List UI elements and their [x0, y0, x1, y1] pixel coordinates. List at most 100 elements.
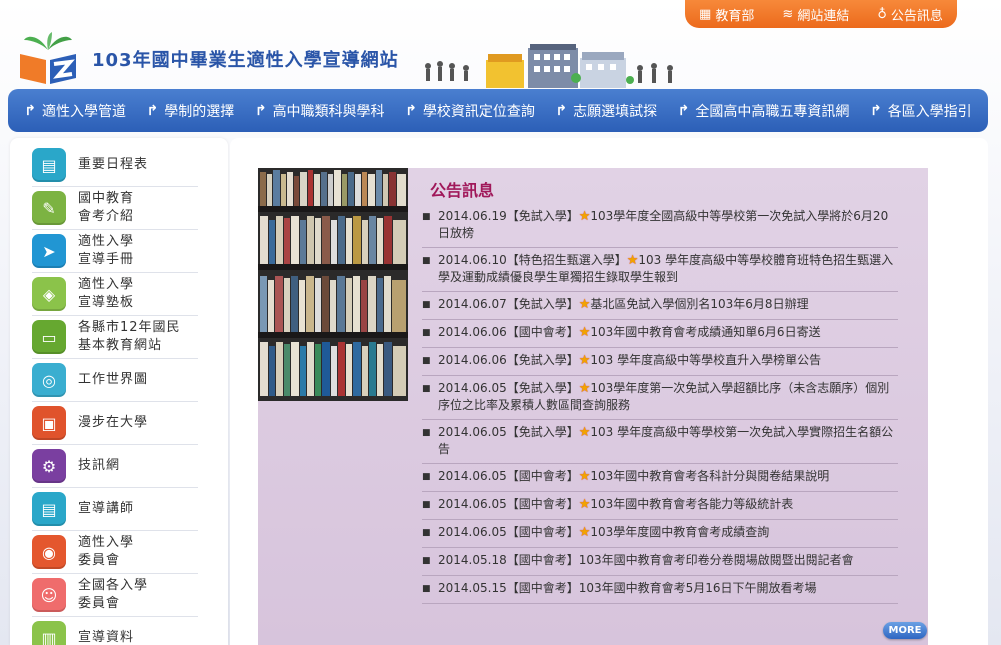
- calendar-icon: ▤: [32, 148, 66, 182]
- announcement-item[interactable]: ■ 2014.06.05【免試入學】★103 學年度高級中等學校第一次免試入學實…: [422, 420, 898, 464]
- announcement-item[interactable]: ■ 2014.05.15【國中會考】103年國中教育會考5月16日下午開放看考場: [422, 576, 898, 604]
- sidebar-item-university-walk[interactable]: ▣ 漫步在大學: [32, 402, 198, 445]
- announcement-item[interactable]: ■ 2014.06.05【國中會考】★103年國中教育會考各科計分與閱卷結果說明: [422, 464, 898, 492]
- nav-item-regional-guide[interactable]: ↱ 各區入學指引: [870, 101, 972, 121]
- announcement-list: ■ 2014.06.19【免試入學】★103學年度全國高級中等學校第一次免試入學…: [422, 204, 898, 604]
- gear-icon: ⚙: [32, 449, 66, 483]
- announcement-headline: 103年國中教育會考各能力等級統計表: [590, 497, 794, 511]
- utility-link-websites[interactable]: ≋ 網站連結: [782, 5, 849, 24]
- utility-link-announcements[interactable]: ♁ 公告訊息: [877, 5, 943, 24]
- star-badge-icon: ★: [578, 497, 591, 512]
- nav-item-school-info-network[interactable]: ↱ 全國高中高職五專資訊網: [678, 101, 850, 121]
- site-title[interactable]: 103年國中畢業生適性入學宣導網站: [92, 46, 399, 72]
- curved-arrow-icon: ↱: [254, 102, 267, 119]
- announcement-date: 2014.06.06: [438, 325, 507, 339]
- curved-arrow-icon: ↱: [405, 102, 417, 119]
- star-badge-icon: ★: [578, 381, 591, 396]
- sidebar-item-work-world-map[interactable]: ◎ 工作世界圖: [32, 359, 198, 402]
- announcement-category: 【國中會考】: [506, 469, 579, 483]
- nav-item-admission-channels[interactable]: ↱ 適性入學管道: [24, 101, 126, 121]
- announcement-item[interactable]: ■ 2014.06.10【特色招生甄選入學】★103 學年度高級中等學校體育班特…: [422, 248, 898, 292]
- bullet-icon: ■: [422, 472, 431, 482]
- main-nav: ↱ 適性入學管道 ↱ 學制的選擇 ↱ 高中職類科與學科 ↱ 學校資訊定位查詢 ↱…: [8, 89, 988, 132]
- announcement-item[interactable]: ■ 2014.06.19【免試入學】★103學年度全國高級中等學校第一次免試入學…: [422, 204, 898, 248]
- announcement-headline: 103年國中教育會考印卷分卷閱場啟閱暨出閱記者會: [578, 553, 854, 567]
- utility-label: 網站連結: [797, 8, 850, 24]
- star-badge-icon: ★: [578, 353, 591, 368]
- target-icon: ◉: [32, 535, 66, 569]
- announcement-category: 【免試入學】: [506, 425, 579, 439]
- bullet-icon: ■: [422, 528, 431, 538]
- bullet-icon: ■: [422, 300, 431, 310]
- curved-arrow-icon: ↱: [146, 102, 159, 119]
- sidebar-item-label: 適性入學 宣導手冊: [78, 234, 135, 267]
- more-button[interactable]: MORE: [883, 622, 927, 639]
- sidebar-item-label: 國中教育 會考介紹: [78, 191, 135, 224]
- map-icon: ◎: [32, 363, 66, 397]
- microphone-icon: ♁: [877, 6, 887, 22]
- bullet-icon: ■: [422, 500, 431, 510]
- announcement-text: 2014.06.05【國中會考】★103學年度國中教育會考成績查詢: [438, 524, 898, 542]
- sidebar-item-tech-info[interactable]: ⚙ 技訊網: [32, 445, 198, 488]
- curved-arrow-icon: ↱: [869, 102, 882, 119]
- announcement-date: 2014.06.05: [438, 497, 507, 511]
- announcement-headline: 103年國中教育會考5月16日下午開放看考場: [578, 581, 817, 595]
- announcement-text: 2014.06.05【國中會考】★103年國中教育會考各科計分與閱卷結果說明: [438, 468, 898, 486]
- announcement-headline: 103年國中教育會考各科計分與閱卷結果說明: [590, 469, 830, 483]
- sidebar-item-exam-intro[interactable]: ✎ 國中教育 會考介紹: [32, 187, 198, 230]
- sidebar-item-handbook[interactable]: ➤ 適性入學 宣導手冊: [32, 230, 198, 273]
- announcement-category: 【免試入學】: [506, 381, 579, 395]
- nav-item-programs[interactable]: ↱ 高中職類科與學科: [255, 101, 385, 121]
- sidebar: ▤ 重要日程表 ✎ 國中教育 會考介紹 ➤ 適性入學 宣導手冊 ◈ 適性入學 宣…: [10, 138, 228, 645]
- nav-label: 各區入學指引: [887, 103, 972, 120]
- bullet-icon: ■: [422, 212, 431, 222]
- sidebar-item-label: 工作世界圖: [78, 372, 149, 387]
- nav-label: 學校資訊定位查詢: [422, 103, 535, 120]
- sidebar-item-materials[interactable]: ▥ 宣導資料: [32, 617, 198, 645]
- announcement-item[interactable]: ■ 2014.06.05【國中會考】★103學年度國中教育會考成績查詢: [422, 520, 898, 548]
- announcement-date: 2014.06.06: [438, 353, 507, 367]
- announcement-text: 2014.06.07【免試入學】★基北區免試入學個別名103年6月8日辦理: [438, 296, 898, 314]
- announcement-item[interactable]: ■ 2014.06.07【免試入學】★基北區免試入學個別名103年6月8日辦理: [422, 292, 898, 320]
- nav-item-school-system[interactable]: ↱ 學制的選擇: [147, 101, 235, 121]
- announcement-headline: 103年國中教育會考成績通知單6月6日寄送: [590, 325, 821, 339]
- announcement-category: 【免試入學】: [506, 297, 579, 311]
- nav-item-preference-trial[interactable]: ↱ 志願選填試探: [555, 101, 657, 121]
- bullet-icon: ■: [422, 328, 431, 338]
- nav-label: 學制的選擇: [164, 103, 235, 120]
- nav-item-school-locator[interactable]: ↱ 學校資訊定位查詢: [405, 101, 535, 121]
- announcement-category: 【國中會考】: [506, 325, 579, 339]
- bullet-icon: ■: [422, 356, 431, 366]
- sidebar-item-label: 各縣市12年國民 基本教育網站: [78, 320, 181, 353]
- sidebar-item-lecturers[interactable]: ▤ 宣導講師: [32, 488, 198, 531]
- sidebar-item-national-committees[interactable]: ☺ 全國各入學 委員會: [32, 574, 198, 617]
- bullet-icon: ■: [422, 384, 431, 394]
- announcement-date: 2014.06.07: [438, 297, 507, 311]
- announcement-item[interactable]: ■ 2014.06.05【國中會考】★103年國中教育會考各能力等級統計表: [422, 492, 898, 520]
- id-card-icon: ▤: [32, 492, 66, 526]
- announcement-item[interactable]: ■ 2014.06.06【免試入學】★103 學年度高級中等學校直升入學榜單公告: [422, 348, 898, 376]
- announcement-category: 【國中會考】: [506, 497, 579, 511]
- announcement-item[interactable]: ■ 2014.06.05【免試入學】★103學年度第一次免試入學超額比序（未含志…: [422, 376, 898, 420]
- announcement-text: 2014.06.05【免試入學】★103 學年度高級中等學校第一次免試入學實際招…: [438, 424, 898, 458]
- announcement-date: 2014.06.05: [438, 425, 507, 439]
- announcement-date: 2014.06.05: [438, 525, 507, 539]
- curved-arrow-icon: ↱: [555, 102, 568, 119]
- sidebar-item-committee[interactable]: ◉ 適性入學 委員會: [32, 531, 198, 574]
- announcement-date: 2014.05.15: [438, 581, 507, 595]
- announcement-item[interactable]: ■ 2014.05.18【國中會考】103年國中教育會考印卷分卷閱場啟閱暨出閱記…: [422, 548, 898, 576]
- bookshelf-image: [258, 168, 408, 401]
- announcement-text: 2014.06.06【免試入學】★103 學年度高級中等學校直升入學榜單公告: [438, 352, 898, 370]
- sidebar-item-label: 宣導講師: [78, 501, 135, 516]
- site-logo[interactable]: [18, 30, 78, 84]
- announcement-item[interactable]: ■ 2014.06.06【國中會考】★103年國中教育會考成績通知單6月6日寄送: [422, 320, 898, 348]
- sidebar-item-label: 適性入學 委員會: [78, 535, 135, 568]
- person-icon: ☺: [32, 578, 66, 612]
- curved-arrow-icon: ↱: [24, 102, 36, 119]
- nav-label: 適性入學管道: [42, 103, 126, 120]
- utility-link-ministry[interactable]: ▦ 教育部: [699, 5, 754, 24]
- sidebar-item-schedule[interactable]: ▤ 重要日程表: [32, 144, 198, 187]
- sidebar-item-guidance-board[interactable]: ◈ 適性入學 宣導塾板: [32, 273, 198, 316]
- tag-icon: ◈: [32, 277, 66, 311]
- sidebar-item-county-sites[interactable]: ▭ 各縣市12年國民 基本教育網站: [32, 316, 198, 359]
